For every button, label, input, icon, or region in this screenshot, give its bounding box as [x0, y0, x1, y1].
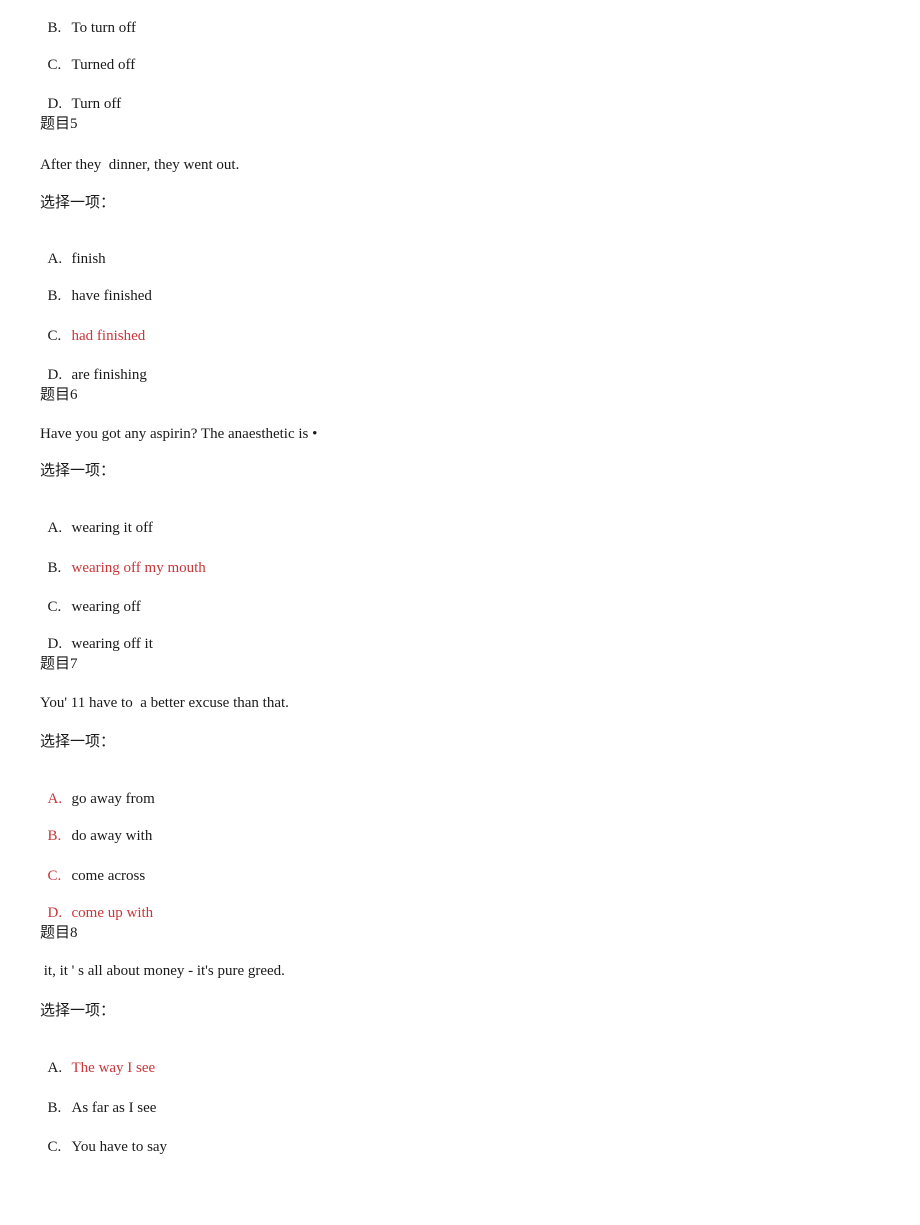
option-a[interactable]: A. finish [40, 232, 106, 268]
prompt-label: 选择一项： [40, 195, 116, 211]
option-label: C. [47, 57, 62, 73]
option-label: B. [47, 828, 62, 844]
question-heading: 题目7 [40, 656, 78, 672]
question-heading: 题目5 [40, 116, 78, 132]
option-text: come across [71, 868, 146, 884]
option-label: D. [47, 367, 63, 383]
option-label: C. [47, 1139, 62, 1155]
option-label: A. [47, 520, 63, 536]
option-b[interactable]: B. wearing off my mouth [40, 541, 206, 577]
option-text: do away with [71, 828, 153, 844]
option-label: B. [47, 288, 62, 304]
option-label: D. [47, 636, 63, 652]
option-label: A. [47, 791, 63, 807]
option-a[interactable]: A. The way I see [40, 1041, 156, 1077]
question-stem: it, it ' s all about money - it's pure g… [40, 963, 285, 979]
prompt-label: 选择一项： [40, 1003, 116, 1019]
question-stem: You' 11 have to a better excuse than tha… [40, 695, 289, 711]
option-c[interactable]: C. had finished [40, 309, 146, 345]
option-text: finish [71, 251, 106, 267]
option-d[interactable]: D. come up with [40, 886, 154, 922]
option-text: The way I see [71, 1060, 156, 1076]
option-d[interactable]: D. Turn off [40, 77, 122, 113]
option-d[interactable]: D. are finishing [40, 348, 147, 384]
option-label: D. [47, 905, 63, 921]
question-stem: Have you got any aspirin? The anaestheti… [40, 426, 318, 442]
option-text: Turned off [71, 57, 136, 73]
option-text: wearing it off [71, 520, 153, 536]
prompt-label: 选择一项： [40, 734, 116, 750]
option-a[interactable]: A. go away from [40, 772, 155, 808]
option-text: go away from [71, 791, 155, 807]
option-b[interactable]: B. have finished [40, 269, 152, 305]
option-label: C. [47, 868, 62, 884]
option-b[interactable]: B. To turn off [40, 1, 137, 37]
question-heading: 题目6 [40, 387, 78, 403]
question-stem: After they dinner, they went out. [40, 157, 240, 173]
option-label: C. [47, 599, 62, 615]
option-b[interactable]: B. As far as I see [40, 1081, 157, 1117]
option-c[interactable]: C. Turned off [40, 38, 136, 74]
option-a[interactable]: A. wearing it off [40, 501, 153, 537]
option-text: are finishing [71, 367, 147, 383]
option-label: B. [47, 560, 62, 576]
question-heading: 题目8 [40, 925, 78, 941]
option-label: B. [47, 1100, 62, 1116]
option-text: come up with [71, 905, 154, 921]
option-label: B. [47, 20, 62, 36]
option-text: wearing off [71, 599, 141, 615]
option-text: You have to say [71, 1139, 168, 1155]
option-c[interactable]: C. come across [40, 849, 146, 885]
option-label: A. [47, 251, 63, 267]
option-text: Turn off [71, 96, 122, 112]
option-text: had finished [71, 328, 146, 344]
option-label: A. [47, 1060, 63, 1076]
option-text: wearing off my mouth [71, 560, 206, 576]
option-d[interactable]: D. wearing off it [40, 617, 153, 653]
option-text: To turn off [71, 20, 137, 36]
option-text: wearing off it [71, 636, 153, 652]
option-c[interactable]: C. You have to say [40, 1120, 168, 1156]
option-c[interactable]: C. wearing off [40, 580, 141, 616]
option-b[interactable]: B. do away with [40, 809, 153, 845]
option-label: C. [47, 328, 62, 344]
option-text: As far as I see [71, 1100, 157, 1116]
option-text: have finished [71, 288, 152, 304]
prompt-label: 选择一项： [40, 463, 116, 479]
option-label: D. [47, 96, 63, 112]
